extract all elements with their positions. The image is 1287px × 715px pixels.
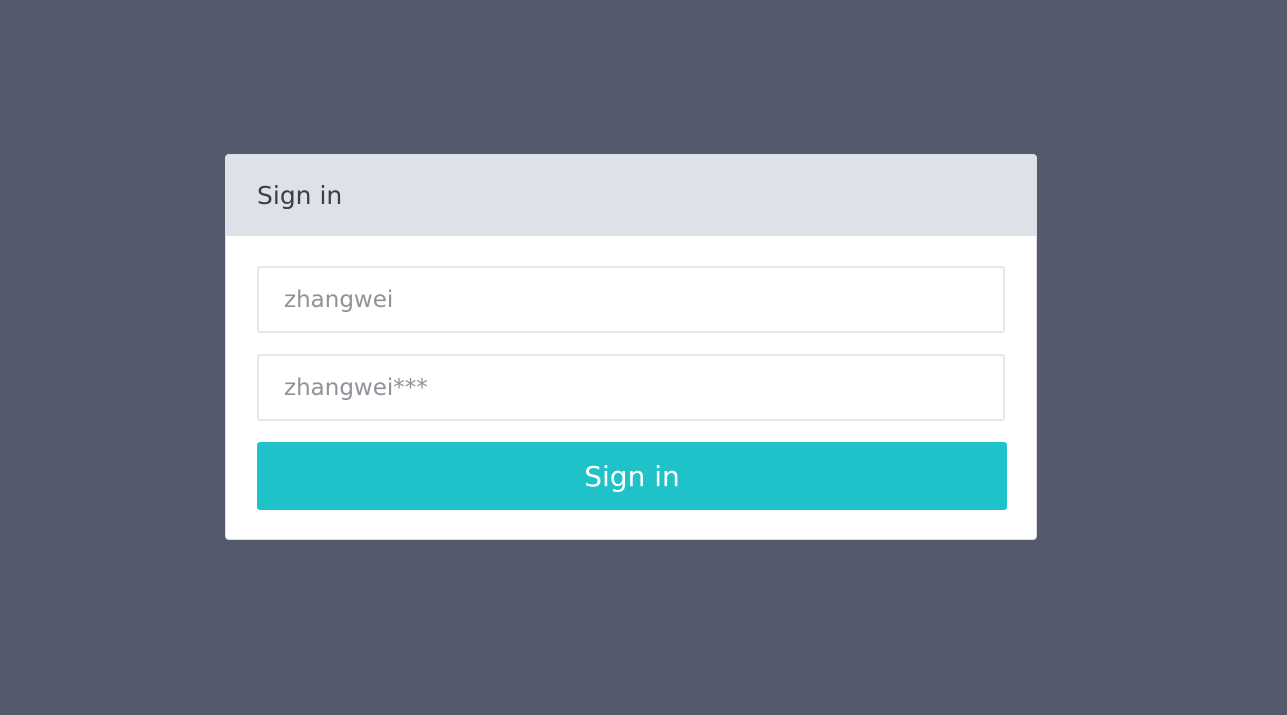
username-input[interactable]: zhangwei <box>257 266 1005 333</box>
username-value: zhangwei <box>284 286 394 313</box>
login-header: Sign in <box>226 155 1036 236</box>
sign-in-button[interactable]: Sign in <box>257 442 1007 510</box>
password-input[interactable]: zhangwei*** <box>257 354 1005 421</box>
page-title: Sign in <box>257 181 343 210</box>
login-body: zhangwei zhangwei*** Sign in <box>226 236 1036 510</box>
password-value: zhangwei*** <box>284 374 428 401</box>
sign-in-button-label: Sign in <box>584 459 680 493</box>
login-card: Sign in zhangwei zhangwei*** Sign in <box>225 154 1037 540</box>
